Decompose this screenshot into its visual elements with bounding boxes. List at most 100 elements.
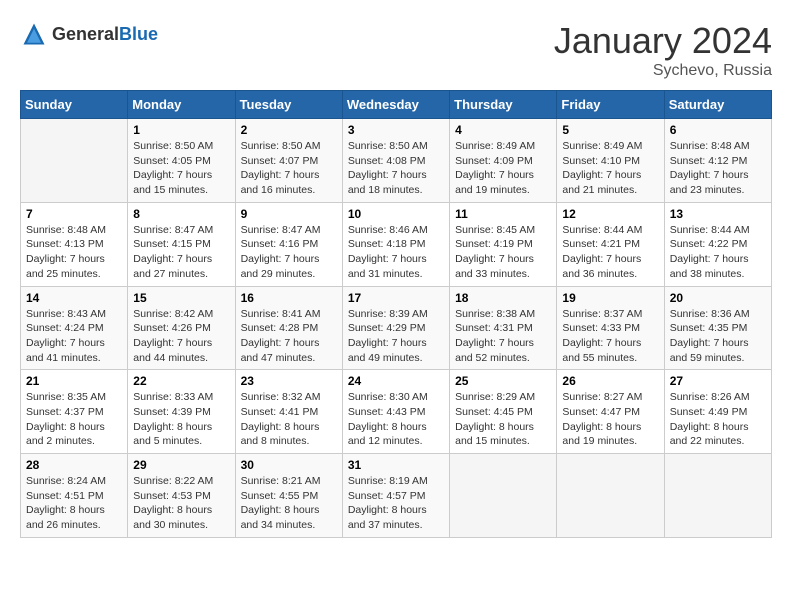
day-info: Sunrise: 8:44 AMSunset: 4:22 PMDaylight:… [670, 223, 766, 282]
calendar-cell: 19 Sunrise: 8:37 AMSunset: 4:33 PMDayligh… [557, 286, 664, 370]
calendar-cell [664, 454, 771, 538]
calendar-cell: 12 Sunrise: 8:44 AMSunset: 4:21 PMDayligh… [557, 202, 664, 286]
day-number: 27 [670, 374, 766, 388]
calendar-cell: 20Sunrise: 8:36 AMSunset: 4:35 PMDayligh… [664, 286, 771, 370]
day-info: Sunrise: 8:47 AMSunset: 4:16 PMDaylight:… [241, 223, 337, 282]
day-number: 22 [133, 374, 229, 388]
calendar-cell: 24Sunrise: 8:30 AMSunset: 4:43 PMDayligh… [342, 370, 449, 454]
day-info: Sunrise: 8:30 AMSunset: 4:43 PMDaylight:… [348, 390, 444, 449]
calendar-table: SundayMondayTuesdayWednesdayThursdayFrid… [20, 90, 772, 538]
calendar-cell: 4 Sunrise: 8:49 AMSunset: 4:09 PMDaylight… [450, 119, 557, 203]
day-number: 15 [133, 291, 229, 305]
calendar-cell [450, 454, 557, 538]
day-number: 17 [348, 291, 444, 305]
day-info: Sunrise: 8:24 AMSunset: 4:51 PMDaylight:… [26, 474, 122, 533]
day-info: Sunrise: 8:46 AMSunset: 4:18 PMDaylight:… [348, 223, 444, 282]
day-number: 23 [241, 374, 337, 388]
day-info: Sunrise: 8:45 AMSunset: 4:19 PMDaylight:… [455, 223, 551, 282]
day-info: Sunrise: 8:32 AMSunset: 4:41 PMDaylight:… [241, 390, 337, 449]
day-info: Sunrise: 8:38 AMSunset: 4:31 PMDaylight:… [455, 307, 551, 366]
weekday-header-cell: Monday [128, 91, 235, 119]
calendar-subtitle: Sychevo, Russia [554, 62, 772, 80]
weekday-header-cell: Sunday [21, 91, 128, 119]
calendar-cell: 2 Sunrise: 8:50 AMSunset: 4:07 PMDaylight… [235, 119, 342, 203]
calendar-cell: 29 Sunrise: 8:22 AMSunset: 4:53 PMDayligh… [128, 454, 235, 538]
day-info: Sunrise: 8:48 AMSunset: 4:13 PMDaylight:… [26, 223, 122, 282]
logo-text-blue: Blue [119, 24, 158, 44]
day-number: 29 [133, 458, 229, 472]
calendar-cell: 13 Sunrise: 8:44 AMSunset: 4:22 PMDayligh… [664, 202, 771, 286]
calendar-cell: 5Sunrise: 8:49 AMSunset: 4:10 PMDaylight… [557, 119, 664, 203]
calendar-cell: 7 Sunrise: 8:48 AMSunset: 4:13 PMDaylight… [21, 202, 128, 286]
weekday-header-row: SundayMondayTuesdayWednesdayThursdayFrid… [21, 91, 772, 119]
calendar-cell: 16 Sunrise: 8:41 AMSunset: 4:28 PMDayligh… [235, 286, 342, 370]
day-number: 8 [133, 207, 229, 221]
day-info: Sunrise: 8:19 AMSunset: 4:57 PMDaylight:… [348, 474, 444, 533]
day-info: Sunrise: 8:26 AMSunset: 4:49 PMDaylight:… [670, 390, 766, 449]
day-number: 16 [241, 291, 337, 305]
day-info: Sunrise: 8:48 AMSunset: 4:12 PMDaylight:… [670, 139, 766, 198]
day-number: 28 [26, 458, 122, 472]
weekday-header-cell: Thursday [450, 91, 557, 119]
day-number: 4 [455, 123, 551, 137]
calendar-cell [557, 454, 664, 538]
day-info: Sunrise: 8:22 AMSunset: 4:53 PMDaylight:… [133, 474, 229, 533]
day-number: 11 [455, 207, 551, 221]
day-info: Sunrise: 8:27 AMSunset: 4:47 PMDaylight:… [562, 390, 658, 449]
day-info: Sunrise: 8:44 AMSunset: 4:21 PMDaylight:… [562, 223, 658, 282]
calendar-cell: 22 Sunrise: 8:33 AMSunset: 4:39 PMDayligh… [128, 370, 235, 454]
day-info: Sunrise: 8:49 AMSunset: 4:09 PMDaylight:… [455, 139, 551, 198]
day-info: Sunrise: 8:33 AMSunset: 4:39 PMDaylight:… [133, 390, 229, 449]
day-info: Sunrise: 8:50 AMSunset: 4:07 PMDaylight:… [241, 139, 337, 198]
calendar-cell: 18 Sunrise: 8:38 AMSunset: 4:31 PMDayligh… [450, 286, 557, 370]
calendar-body: 1Sunrise: 8:50 AMSunset: 4:05 PMDaylight… [21, 119, 772, 538]
calendar-cell: 14Sunrise: 8:43 AMSunset: 4:24 PMDayligh… [21, 286, 128, 370]
day-number: 2 [241, 123, 337, 137]
calendar-cell: 10 Sunrise: 8:46 AMSunset: 4:18 PMDayligh… [342, 202, 449, 286]
day-number: 30 [241, 458, 337, 472]
day-number: 18 [455, 291, 551, 305]
day-number: 10 [348, 207, 444, 221]
weekday-header-cell: Friday [557, 91, 664, 119]
day-info: Sunrise: 8:37 AMSunset: 4:33 PMDaylight:… [562, 307, 658, 366]
day-number: 31 [348, 458, 444, 472]
calendar-week-row: 14Sunrise: 8:43 AMSunset: 4:24 PMDayligh… [21, 286, 772, 370]
calendar-cell: 23 Sunrise: 8:32 AMSunset: 4:41 PMDayligh… [235, 370, 342, 454]
day-number: 13 [670, 207, 766, 221]
calendar-cell: 15 Sunrise: 8:42 AMSunset: 4:26 PMDayligh… [128, 286, 235, 370]
day-number: 19 [562, 291, 658, 305]
logo: GeneralBlue [20, 20, 158, 48]
weekday-header-cell: Tuesday [235, 91, 342, 119]
day-info: Sunrise: 8:42 AMSunset: 4:26 PMDaylight:… [133, 307, 229, 366]
calendar-cell: 3 Sunrise: 8:50 AMSunset: 4:08 PMDaylight… [342, 119, 449, 203]
day-number: 7 [26, 207, 122, 221]
day-number: 26 [562, 374, 658, 388]
calendar-cell: 6 Sunrise: 8:48 AMSunset: 4:12 PMDaylight… [664, 119, 771, 203]
logo-text-general: General [52, 24, 119, 44]
calendar-cell: 11 Sunrise: 8:45 AMSunset: 4:19 PMDayligh… [450, 202, 557, 286]
calendar-cell: 1Sunrise: 8:50 AMSunset: 4:05 PMDaylight… [128, 119, 235, 203]
day-number: 5 [562, 123, 658, 137]
calendar-cell: 9Sunrise: 8:47 AMSunset: 4:16 PMDaylight… [235, 202, 342, 286]
calendar-week-row: 1Sunrise: 8:50 AMSunset: 4:05 PMDaylight… [21, 119, 772, 203]
day-number: 20 [670, 291, 766, 305]
day-number: 6 [670, 123, 766, 137]
calendar-cell: 28 Sunrise: 8:24 AMSunset: 4:51 PMDayligh… [21, 454, 128, 538]
day-number: 3 [348, 123, 444, 137]
title-block: January 2024 Sychevo, Russia [554, 20, 772, 80]
calendar-cell [21, 119, 128, 203]
calendar-cell: 8Sunrise: 8:47 AMSunset: 4:15 PMDaylight… [128, 202, 235, 286]
calendar-cell: 31 Sunrise: 8:19 AMSunset: 4:57 PMDayligh… [342, 454, 449, 538]
day-info: Sunrise: 8:50 AMSunset: 4:08 PMDaylight:… [348, 139, 444, 198]
day-info: Sunrise: 8:29 AMSunset: 4:45 PMDaylight:… [455, 390, 551, 449]
day-number: 21 [26, 374, 122, 388]
weekday-header-cell: Wednesday [342, 91, 449, 119]
weekday-header-cell: Saturday [664, 91, 771, 119]
day-info: Sunrise: 8:41 AMSunset: 4:28 PMDaylight:… [241, 307, 337, 366]
day-info: Sunrise: 8:39 AMSunset: 4:29 PMDaylight:… [348, 307, 444, 366]
day-number: 12 [562, 207, 658, 221]
page-header: GeneralBlue January 2024 Sychevo, Russia [20, 20, 772, 80]
calendar-week-row: 21Sunrise: 8:35 AMSunset: 4:37 PMDayligh… [21, 370, 772, 454]
day-number: 1 [133, 123, 229, 137]
calendar-cell: 27 Sunrise: 8:26 AMSunset: 4:49 PMDayligh… [664, 370, 771, 454]
